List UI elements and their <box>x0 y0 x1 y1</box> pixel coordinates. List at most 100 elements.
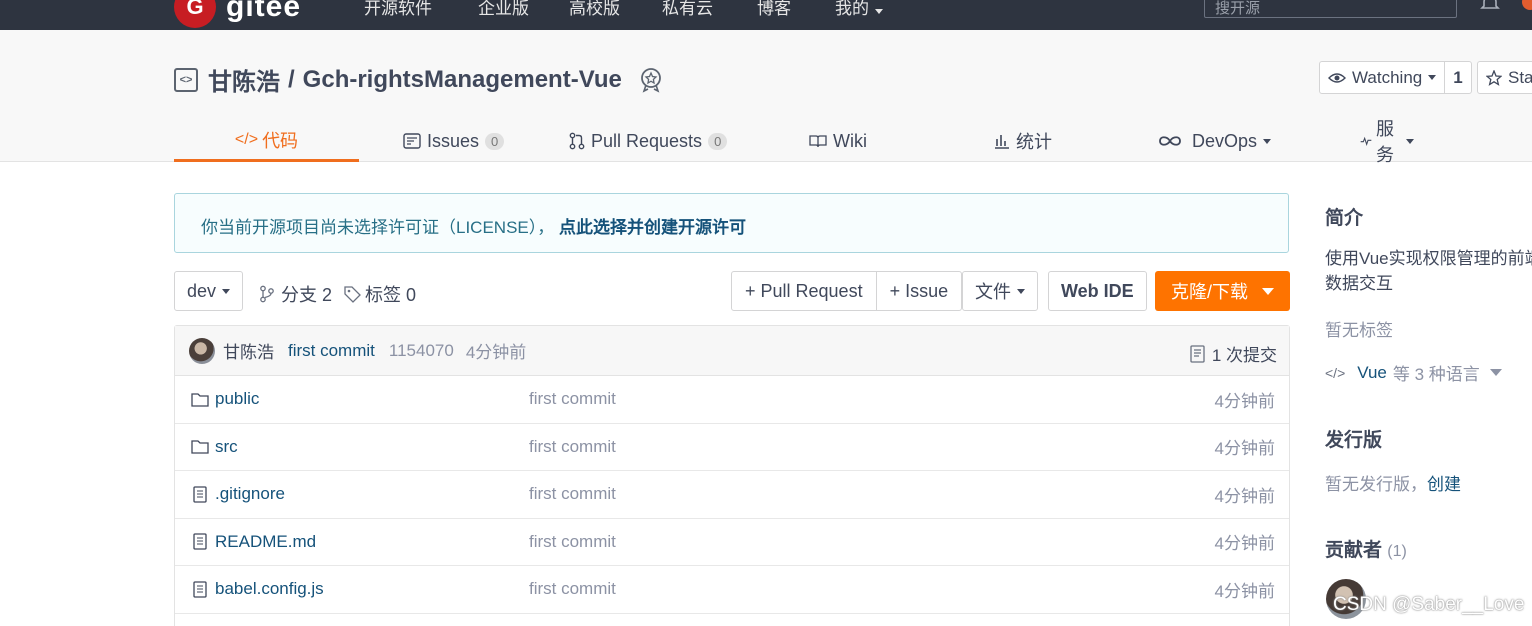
file-row[interactable]: src first commit 4分钟前 <box>175 424 1289 471</box>
user-avatar[interactable] <box>1522 0 1532 10</box>
gitee-logo-icon: G <box>174 0 216 28</box>
commit-sha-link[interactable]: 1154070 <box>389 341 454 361</box>
file-name-link[interactable]: .gitignore <box>215 484 285 504</box>
latest-commit-bar: 甘陈浩 first commit 1154070 4分钟前 1 次提交 <box>175 326 1289 376</box>
watch-button[interactable]: Watching 1 <box>1319 61 1472 94</box>
no-tags-text: 暂无标签 <box>1325 321 1393 340</box>
license-notice-text: 你当前开源项目尚未选择许可证（LICENSE）， <box>201 218 555 237</box>
create-release-link[interactable]: 创建 <box>1427 475 1461 494</box>
language-count: 等 3 种语言 <box>1392 365 1480 384</box>
star-icon <box>1486 69 1502 86</box>
code-icon: </> <box>1325 364 1346 381</box>
contributors-count: (1) <box>1387 543 1407 560</box>
nav-open-source[interactable]: 开源软件 <box>364 0 432 19</box>
commit-count-label: 1 次提交 <box>1211 346 1277 365</box>
gitee-logo[interactable]: G gitee <box>174 0 301 28</box>
file-row[interactable]: babel.config.js first commit 4分钟前 <box>175 566 1289 614</box>
repo-title: <> 甘陈浩 / Gch-rightsManagement-Vue <box>174 62 664 97</box>
tab-code[interactable]: </> 代码 <box>174 120 359 162</box>
languages-dropdown[interactable]: </> Vue 等 3 种语言 <box>1325 360 1502 385</box>
tab-stats[interactable]: 统计 <box>994 120 1052 162</box>
contributors-title: 贡献者 <box>1325 540 1383 561</box>
nav-private-cloud[interactable]: 私有云 <box>662 0 713 19</box>
tab-wiki[interactable]: Wiki <box>809 120 867 162</box>
language-link[interactable]: Vue <box>1357 363 1387 383</box>
csdn-watermark: CSDN @Saber__Love <box>1333 594 1525 615</box>
bar-chart-icon <box>995 135 1009 149</box>
commit-message-link[interactable]: first commit <box>288 341 375 361</box>
file-menu-label: 文件 <box>975 282 1011 302</box>
file-name-link[interactable]: public <box>215 389 259 409</box>
nav-enterprise[interactable]: 企业版 <box>478 0 529 19</box>
code-repo-icon: <> <box>174 67 198 92</box>
folder-icon <box>191 393 209 407</box>
file-menu-button[interactable]: 文件 <box>962 271 1038 311</box>
branches-link[interactable]: 分支 2 <box>259 281 332 307</box>
tab-devops[interactable]: DevOps <box>1158 120 1272 162</box>
star-button[interactable]: Star <box>1477 61 1532 94</box>
chevron-down-icon <box>1406 138 1414 144</box>
tags-count: 标签 0 <box>365 285 417 305</box>
tags-link[interactable]: 标签 0 <box>344 281 416 307</box>
web-ide-button[interactable]: Web IDE <box>1048 271 1147 311</box>
tag-icon <box>344 285 361 303</box>
contributors-heading: 贡献者 (1) <box>1325 535 1407 562</box>
file-commit-link[interactable]: first commit <box>529 437 616 457</box>
watch-count[interactable]: 1 <box>1445 62 1470 93</box>
file-commit-link[interactable]: first commit <box>529 389 616 409</box>
commit-count-link[interactable]: 1 次提交 <box>1190 341 1277 366</box>
file-time: 4分钟前 <box>1214 439 1275 459</box>
file-text-icon <box>193 533 207 550</box>
file-row[interactable]: .gitignore first commit 4分钟前 <box>175 471 1289 519</box>
issues-count-badge: 0 <box>485 132 505 150</box>
file-commit-link[interactable]: first commit <box>529 579 616 599</box>
no-release-text: 暂无发行版，创建 <box>1325 470 1461 495</box>
repo-name-link[interactable]: Gch-rightsManagement-Vue <box>303 66 622 94</box>
folder-icon <box>191 440 209 454</box>
nav-mine[interactable]: 我的 <box>835 0 883 19</box>
chevron-down-icon <box>222 288 231 294</box>
tab-services[interactable]: 服务 <box>1360 119 1414 165</box>
tab-pull-requests-label: Pull Requests <box>591 130 703 151</box>
repo-header: <> 甘陈浩 / Gch-rightsManagement-Vue Watchi… <box>0 30 1532 165</box>
tab-pull-requests[interactable]: Pull Requests 0 <box>569 120 728 162</box>
commit-author-link[interactable]: 甘陈浩 <box>223 338 274 363</box>
nav-university[interactable]: 高校版 <box>569 0 620 19</box>
commit-time: 4分钟前 <box>465 343 527 362</box>
file-name-link[interactable]: babel.config.js <box>215 579 324 599</box>
star-label: Star <box>1508 67 1532 87</box>
award-badge-icon[interactable] <box>638 67 664 93</box>
watch-label: Watching <box>1352 67 1423 87</box>
branch-select[interactable]: dev <box>174 271 244 311</box>
branch-icon <box>260 285 274 303</box>
watch-button-label-wrap[interactable]: Watching <box>1320 62 1446 93</box>
file-name-link[interactable]: README.md <box>215 532 316 552</box>
chevron-down-icon <box>1262 287 1274 295</box>
issues-icon <box>403 133 421 149</box>
file-row[interactable]: README.md first commit 4分钟前 <box>175 519 1289 566</box>
clone-download-button[interactable]: 克隆/下载 <box>1155 271 1290 311</box>
tab-issues-label: Issues <box>427 130 480 151</box>
releases-heading: 发行版 <box>1325 430 1383 451</box>
chevron-down-icon <box>1428 75 1437 80</box>
file-row[interactable]: public first commit 4分钟前 <box>175 376 1289 424</box>
pulse-icon <box>1360 136 1372 147</box>
file-commit-link[interactable]: first commit <box>529 484 616 504</box>
create-license-link[interactable]: 点此选择并创建开源许可 <box>559 218 746 237</box>
tab-issues[interactable]: Issues 0 <box>403 120 505 162</box>
branches-count: 分支 2 <box>281 285 333 305</box>
search-input[interactable]: 搜开源 <box>1204 0 1457 18</box>
new-pull-request-button[interactable]: + Pull Request <box>732 272 876 310</box>
license-notice: 你当前开源项目尚未选择许可证（LICENSE）， 点此选择并创建开源许可 <box>174 193 1289 253</box>
bell-icon[interactable] <box>1480 0 1500 12</box>
clone-download-label: 克隆/下载 <box>1170 282 1248 302</box>
infinity-icon <box>1159 136 1181 146</box>
file-commit-link[interactable]: first commit <box>529 532 616 552</box>
author-avatar[interactable] <box>189 337 215 364</box>
no-release-label: 暂无发行版， <box>1325 475 1427 494</box>
new-issue-button[interactable]: + Issue <box>875 272 962 310</box>
nav-blog[interactable]: 博客 <box>757 0 791 19</box>
file-name-link[interactable]: src <box>215 437 238 457</box>
repo-owner-link[interactable]: 甘陈浩 <box>208 62 280 97</box>
tab-code-label: 代码 <box>262 130 299 151</box>
